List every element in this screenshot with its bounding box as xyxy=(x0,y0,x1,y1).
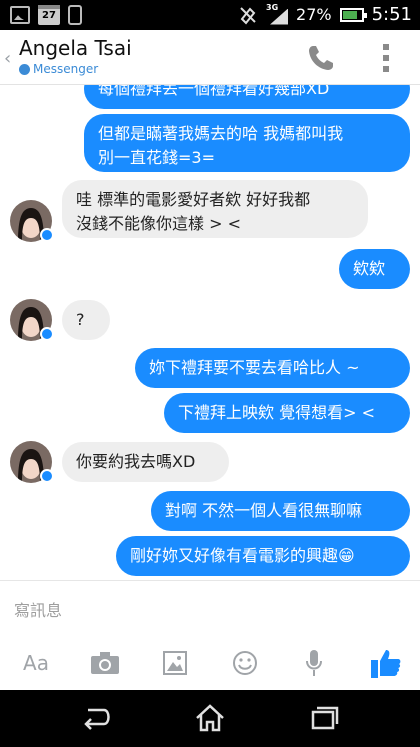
emoji-icon[interactable] xyxy=(230,643,260,683)
status-left: 27 xyxy=(10,5,82,25)
contact-name[interactable]: Angela Tsai xyxy=(19,36,132,60)
messenger-badge-icon xyxy=(40,469,54,483)
phone-icon[interactable] xyxy=(306,43,336,73)
image-notification-icon xyxy=(10,6,30,24)
status-right: 3G 27% 5:51 xyxy=(238,2,412,25)
message-bubble-outgoing[interactable]: 但都是瞞著我媽去的哈 我媽都叫我 別一直花錢=3= xyxy=(84,114,410,172)
conversation-header: ‹ Angela Tsai Messenger xyxy=(0,30,420,85)
thumbs-up-icon[interactable] xyxy=(366,643,406,683)
clock: 5:51 xyxy=(371,4,412,25)
message-bubble-outgoing[interactable]: 剛好妳又好像有看電影的興趣😁 xyxy=(116,536,410,576)
battery-icon xyxy=(339,7,367,22)
message-bubble-outgoing[interactable]: 下禮拜上映欸 覺得想看> < xyxy=(164,393,410,433)
gallery-icon[interactable] xyxy=(160,643,190,683)
messenger-badge-icon xyxy=(40,228,54,242)
home-nav-icon[interactable] xyxy=(192,702,228,734)
messenger-badge-icon xyxy=(40,327,54,341)
back-nav-icon[interactable] xyxy=(78,702,114,734)
messenger-screen: 27 3G 27% 5:51 ‹ Angela Tsai Messenger 每… xyxy=(0,0,420,747)
subtitle-text: Messenger xyxy=(33,62,99,76)
silent-mode-icon xyxy=(240,6,256,24)
back-chevron-icon[interactable]: ‹ xyxy=(4,48,11,69)
network-type: 3G xyxy=(266,2,279,12)
message-bubble-incoming[interactable]: 你要約我去嗎XD xyxy=(62,442,229,482)
composer-toolbar: Aa xyxy=(0,643,420,683)
calendar-notification-icon: 27 xyxy=(38,5,60,25)
message-bubble-incoming[interactable]: ? xyxy=(62,300,110,340)
device-notification-icon xyxy=(68,5,82,25)
composer: 寫訊息 Aa xyxy=(0,580,420,690)
camera-icon[interactable] xyxy=(88,643,122,683)
message-input[interactable]: 寫訊息 xyxy=(14,597,62,621)
message-bubble-outgoing[interactable]: 每個禮拜丟一個禮拜看好幾部XD xyxy=(84,85,410,109)
signal-icon: 3G xyxy=(266,2,289,25)
messenger-subtitle: Messenger xyxy=(19,62,98,76)
messenger-icon xyxy=(19,63,30,75)
message-bubble-outgoing[interactable]: 欸欸 xyxy=(339,249,410,289)
text-format-button[interactable]: Aa xyxy=(20,643,52,683)
status-bar: 27 3G 27% 5:51 xyxy=(0,0,420,30)
message-bubble-incoming[interactable]: 哇 標準的電影愛好者欸 好好我都 沒錢不能像你這樣 > < xyxy=(62,180,368,238)
more-vertical-icon[interactable] xyxy=(383,44,389,72)
message-bubble-outgoing[interactable]: 妳下禮拜要不要去看哈比人 ~ xyxy=(135,348,410,388)
battery-percent: 27% xyxy=(296,5,332,24)
message-bubble-outgoing[interactable]: 對啊 不然一個人看很無聊嘛 xyxy=(151,491,410,531)
system-nav-bar xyxy=(0,690,420,747)
microphone-icon[interactable] xyxy=(302,643,326,683)
recents-nav-icon[interactable] xyxy=(306,702,342,734)
message-list[interactable]: 每個禮拜丟一個禮拜看好幾部XD 但都是瞞著我媽去的哈 我媽都叫我 別一直花錢=3… xyxy=(0,85,420,580)
